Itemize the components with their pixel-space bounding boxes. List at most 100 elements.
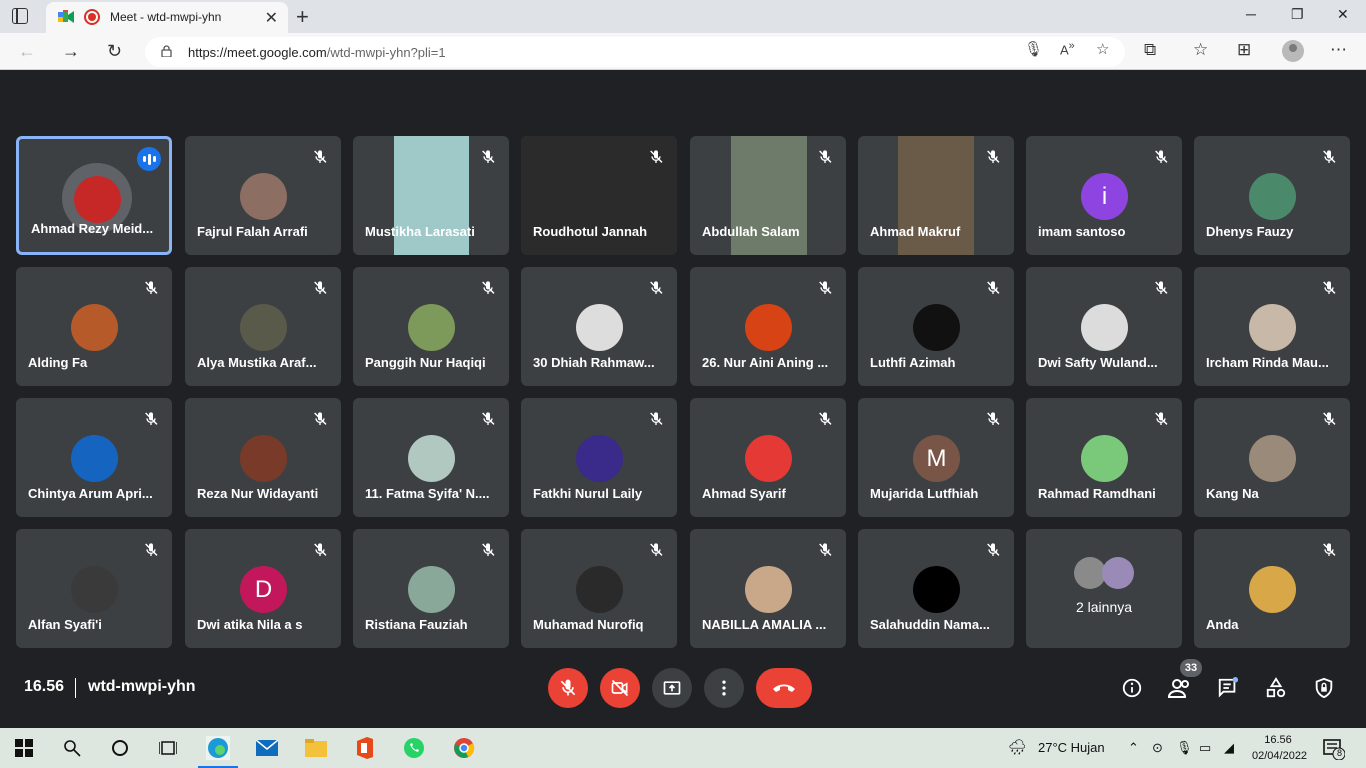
participant-name: Muhamad Nurofiq xyxy=(533,617,644,632)
microphone-tray-icon[interactable]: 🎙 xyxy=(1176,740,1193,756)
new-tab-button[interactable]: + xyxy=(296,4,309,30)
participant-tile[interactable]: Fajrul Falah Arrafi xyxy=(185,136,341,255)
file-explorer-icon[interactable] xyxy=(304,736,328,760)
mic-off-icon xyxy=(477,146,499,168)
task-view-icon[interactable] xyxy=(156,736,180,760)
participant-tile[interactable]: Ahmad Rezy Meid... xyxy=(16,136,172,255)
taskbar-clock[interactable]: 16.56 02/04/2022 xyxy=(1252,732,1307,764)
browser-tab[interactable]: Meet - wtd-mwpi-yhn ✕ xyxy=(46,2,288,33)
participant-tile[interactable]: Salahuddin Nama... xyxy=(858,529,1014,648)
restore-button[interactable]: ❐ xyxy=(1291,6,1304,23)
people-button[interactable] xyxy=(1168,676,1192,700)
minimize-button[interactable]: ─ xyxy=(1246,6,1256,22)
participant-tile[interactable]: D Dwi atika Nila a s xyxy=(185,529,341,648)
microphone-permission-icon[interactable]: 🎙 xyxy=(1024,40,1043,58)
participant-tile[interactable]: Dwi Safty Wuland... xyxy=(1026,267,1182,386)
show-hidden-icons-icon[interactable]: ⌃ xyxy=(1128,740,1139,756)
chat-button[interactable] xyxy=(1216,676,1240,700)
participant-tile[interactable]: Ircham Rinda Mau... xyxy=(1194,267,1350,386)
participant-count-badge: 33 xyxy=(1180,659,1202,677)
activities-icon xyxy=(1266,677,1286,698)
forward-button[interactable]: → xyxy=(62,41,80,62)
mic-off-icon xyxy=(140,539,162,561)
participant-tile[interactable]: Alya Mustika Araf... xyxy=(185,267,341,386)
participant-tile[interactable]: Rahmad Ramdhani xyxy=(1026,398,1182,517)
more-options-button[interactable] xyxy=(704,668,744,708)
host-controls-button[interactable] xyxy=(1312,676,1336,700)
participant-tile[interactable]: 30 Dhiah Rahmaw... xyxy=(521,267,677,386)
participant-tile[interactable]: 2 lainnya xyxy=(1026,529,1182,648)
refresh-button[interactable]: ↻ xyxy=(107,41,122,62)
mic-off-icon xyxy=(560,679,576,696)
url-path: /wtd-mwpi-yhn?pli=1 xyxy=(326,45,446,60)
network-icon[interactable]: ◢ xyxy=(1224,740,1234,756)
participant-tile[interactable]: Ahmad Makruf xyxy=(858,136,1014,255)
close-window-button[interactable]: ✕ xyxy=(1337,6,1349,23)
settings-more-icon[interactable]: ⋯ xyxy=(1330,40,1347,60)
meet-tray-icon[interactable]: ⊙ xyxy=(1152,740,1163,756)
profile-avatar[interactable] xyxy=(1282,40,1304,62)
participant-name: Fatkhi Nurul Laily xyxy=(533,486,643,501)
participant-tile[interactable]: Muhamad Nurofiq xyxy=(521,529,677,648)
avatar xyxy=(240,435,287,482)
participant-tile[interactable]: Panggih Nur Haqiqi xyxy=(353,267,509,386)
battery-icon[interactable]: ▭ xyxy=(1199,740,1211,756)
chrome-icon[interactable] xyxy=(452,736,476,760)
mic-off-icon xyxy=(1150,146,1172,168)
address-bar[interactable]: https://meet.google.com/wtd-mwpi-yhn?pli… xyxy=(145,37,1125,67)
participant-tile[interactable]: Fatkhi Nurul Laily xyxy=(521,398,677,517)
collections-icon[interactable]: ⊞ xyxy=(1237,40,1251,60)
participant-tile[interactable]: 26. Nur Aini Aning ... xyxy=(690,267,846,386)
avatar xyxy=(71,566,118,613)
read-aloud-icon[interactable]: A» xyxy=(1060,40,1075,57)
back-button[interactable]: ← xyxy=(18,41,36,62)
avatar xyxy=(74,176,121,223)
participant-tile[interactable]: Mustikha Larasati xyxy=(353,136,509,255)
weather-text[interactable]: 27°C Hujan xyxy=(1038,740,1105,755)
avatar xyxy=(1249,304,1296,351)
participant-tile[interactable]: Roudhotul Jannah xyxy=(521,136,677,255)
participant-tile[interactable]: Anda xyxy=(1194,529,1350,648)
participant-tile[interactable]: Alfan Syafi'i xyxy=(16,529,172,648)
participant-tile[interactable]: Luthfi Azimah xyxy=(858,267,1014,386)
participant-tile[interactable]: Reza Nur Widayanti xyxy=(185,398,341,517)
participant-tile[interactable]: Ristiana Fauziah xyxy=(353,529,509,648)
participant-tile[interactable]: i imam santoso xyxy=(1026,136,1182,255)
add-favorite-icon[interactable]: ☆ xyxy=(1096,40,1109,58)
participant-tile[interactable]: Chintya Arum Apri... xyxy=(16,398,172,517)
participant-name: NABILLA AMALIA ... xyxy=(702,617,827,632)
participant-tile[interactable]: Alding Fa xyxy=(16,267,172,386)
mic-off-icon xyxy=(1318,539,1340,561)
mic-toggle-button[interactable] xyxy=(548,668,588,708)
notification-center-icon[interactable]: 8 xyxy=(1322,737,1346,761)
participant-tile[interactable]: NABILLA AMALIA ... xyxy=(690,529,846,648)
office-icon[interactable] xyxy=(353,736,377,760)
participant-name: 11. Fatma Syifa' N.... xyxy=(365,486,490,501)
url-text: https://meet.google.com/wtd-mwpi-yhn?pli… xyxy=(188,45,446,60)
meeting-details-button[interactable] xyxy=(1120,676,1144,700)
cortana-icon[interactable] xyxy=(108,736,132,760)
participant-tile[interactable]: Abdullah Salam xyxy=(690,136,846,255)
whatsapp-icon[interactable] xyxy=(402,736,426,760)
edge-browser-icon[interactable] xyxy=(198,736,238,768)
present-screen-button[interactable] xyxy=(652,668,692,708)
camera-toggle-button[interactable] xyxy=(600,668,640,708)
mic-off-icon xyxy=(645,277,667,299)
activities-button[interactable] xyxy=(1264,676,1288,700)
mail-icon[interactable] xyxy=(255,736,279,760)
leave-call-button[interactable] xyxy=(756,668,812,708)
extensions-icon[interactable]: ⧉ xyxy=(1144,40,1156,60)
avatar xyxy=(71,435,118,482)
participant-tile[interactable]: Ahmad Syarif xyxy=(690,398,846,517)
participant-tile[interactable]: Dhenys Fauzy xyxy=(1194,136,1350,255)
participant-tile[interactable]: M Mujarida Lutfhiah xyxy=(858,398,1014,517)
search-icon[interactable] xyxy=(60,736,84,760)
tab-actions-icon[interactable] xyxy=(12,8,28,24)
favorites-icon[interactable]: ☆ xyxy=(1193,40,1208,60)
participant-name: Ristiana Fauziah xyxy=(365,617,468,632)
participant-name: Roudhotul Jannah xyxy=(533,224,648,239)
windows-start-icon[interactable] xyxy=(12,736,36,760)
close-tab-icon[interactable]: ✕ xyxy=(265,8,278,28)
participant-tile[interactable]: 11. Fatma Syifa' N.... xyxy=(353,398,509,517)
participant-tile[interactable]: Kang Na xyxy=(1194,398,1350,517)
